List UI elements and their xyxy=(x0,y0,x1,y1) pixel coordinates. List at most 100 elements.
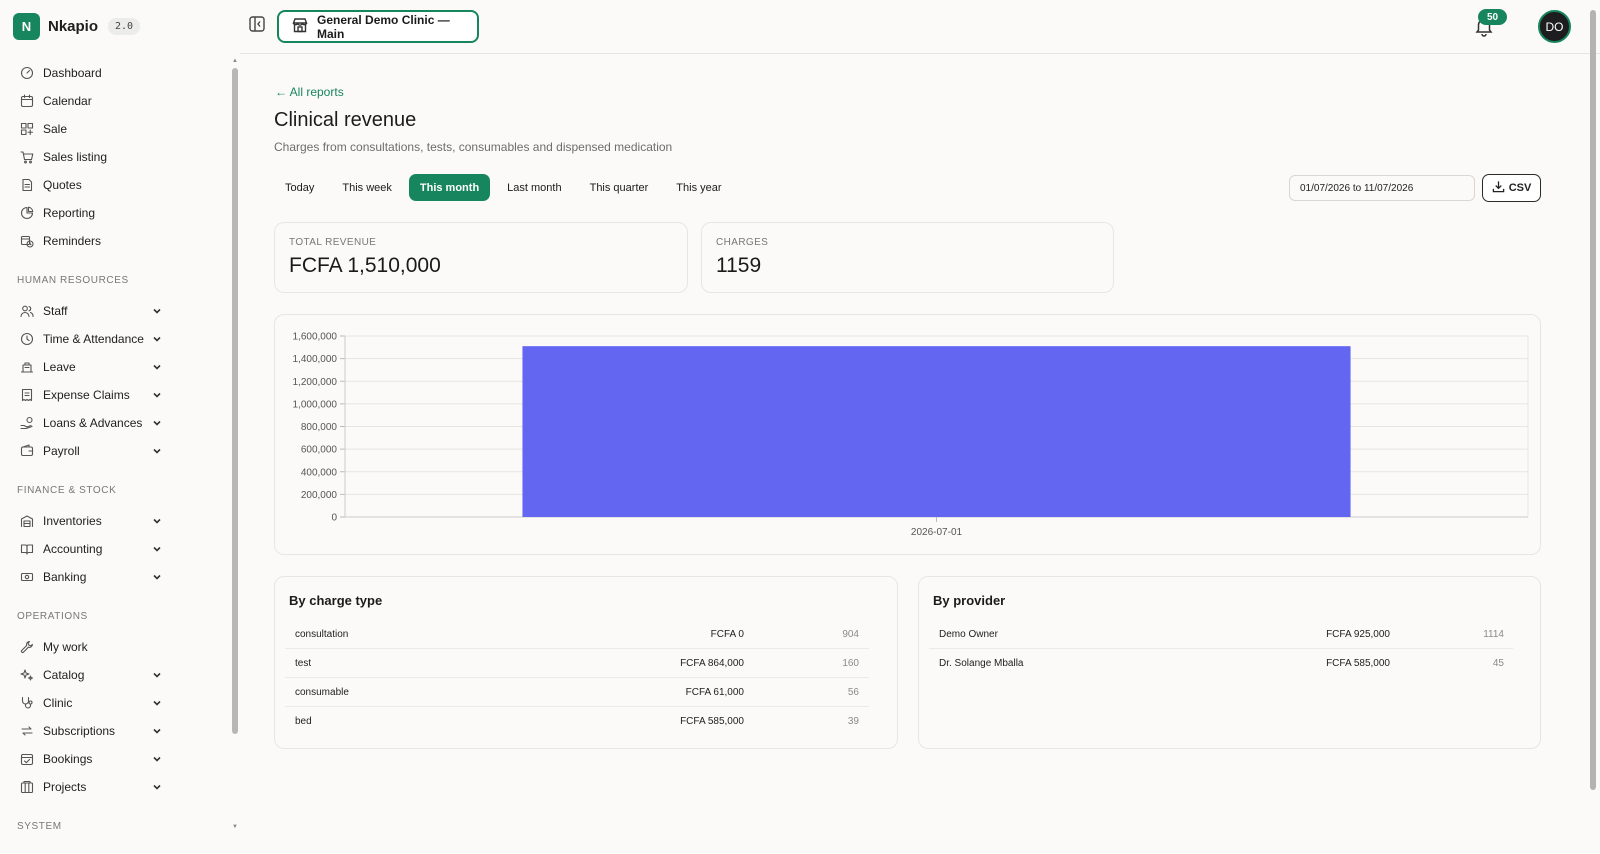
all-reports-link[interactable]: ← All reports xyxy=(275,85,344,99)
table-row: Dr. Solange Mballa FCFA 585,000 45 xyxy=(929,649,1513,678)
row-count: 160 xyxy=(842,657,859,669)
download-icon xyxy=(1492,180,1505,196)
sidebar-item-label: Staff xyxy=(43,304,68,318)
period-this-year-button[interactable]: This year xyxy=(665,174,732,201)
sidebar-item-banking[interactable]: Banking xyxy=(0,563,232,591)
sidebar-item-clinic[interactable]: Clinic xyxy=(0,689,232,717)
scroll-down-arrow[interactable]: ▼ xyxy=(231,824,239,832)
plane-icon xyxy=(19,360,34,375)
date-range-input[interactable]: 01/07/2026 to 11/07/2026 xyxy=(1289,175,1475,201)
sidebar-item-staff[interactable]: Staff xyxy=(0,297,232,325)
sidebar-item-time-attendance[interactable]: Time & Attendance xyxy=(0,325,232,353)
row-amount: FCFA 585,000 xyxy=(680,716,744,727)
calendar-clock-icon xyxy=(19,234,34,249)
sidebar-item-sale[interactable]: Sale xyxy=(0,115,232,143)
sidebar-item-my-work[interactable]: My work xyxy=(0,633,232,661)
sidebar-item-inventories[interactable]: Inventories xyxy=(0,507,232,535)
sidebar-item-bookings[interactable]: Bookings xyxy=(0,745,232,773)
card-title: By provider xyxy=(933,593,1006,608)
sidebar-item-reporting[interactable]: Reporting xyxy=(0,199,232,227)
sidebar-item-sales-listing[interactable]: Sales listing xyxy=(0,143,232,171)
sidebar-item-expense-claims[interactable]: Expense Claims xyxy=(0,381,232,409)
sidebar-item-label: Expense Claims xyxy=(43,388,130,402)
topbar: General Demo Clinic — Main 50 DO xyxy=(240,0,1600,54)
total-revenue-card: TOTAL REVENUE FCFA 1,510,000 xyxy=(274,222,688,293)
sidebar-item-projects[interactable]: Projects xyxy=(0,773,232,801)
brand-name: Nkapio xyxy=(48,18,99,35)
chevron-down-icon[interactable] xyxy=(151,725,163,737)
table-row: test FCFA 864,000 160 xyxy=(285,649,869,678)
sidebar-scrollbar-thumb[interactable] xyxy=(232,68,238,734)
gauge-icon xyxy=(19,66,34,81)
period-this-quarter-button[interactable]: This quarter xyxy=(579,174,660,201)
period-this-week-button[interactable]: This week xyxy=(331,174,403,201)
store-icon xyxy=(291,16,309,37)
grid-plus-icon xyxy=(19,122,34,137)
main-scrollbar-thumb[interactable] xyxy=(1590,10,1596,790)
row-name: consumable xyxy=(295,686,349,698)
period-filter: Today This week This month Last month This q… xyxy=(274,174,739,201)
by-charge-type-card: By charge type consultation FCFA 0 904 test… xyxy=(274,576,898,749)
sidebar-item-quotes[interactable]: Quotes xyxy=(0,171,232,199)
card-title: By charge type xyxy=(289,593,383,608)
stat-value: 1159 xyxy=(716,254,762,277)
version-badge: 2.0 xyxy=(108,18,141,35)
sidebar-item-leave[interactable]: Leave xyxy=(0,353,232,381)
chevron-down-icon[interactable] xyxy=(151,305,163,317)
chevron-down-icon[interactable] xyxy=(151,669,163,681)
chevron-down-icon[interactable] xyxy=(151,389,163,401)
sidebar-item-label: Sales listing xyxy=(43,150,108,164)
sidebar-item-label: Reminders xyxy=(43,234,102,248)
sidebar-item-loans-advances[interactable]: Loans & Advances xyxy=(0,409,232,437)
clinic-selector[interactable]: General Demo Clinic — Main xyxy=(277,10,479,43)
sidebar-item-label: Catalog xyxy=(43,668,85,682)
sidebar-item-label: Subscriptions xyxy=(43,724,116,738)
chevron-down-icon[interactable] xyxy=(151,543,163,555)
row-count: 39 xyxy=(847,716,859,727)
sidebar-item-calendar[interactable]: Calendar xyxy=(0,87,232,115)
scroll-up-arrow[interactable]: ▲ xyxy=(231,58,239,66)
chevron-down-icon[interactable] xyxy=(151,753,163,765)
sidebar-section-heading: FINANCE & STOCK xyxy=(17,485,117,496)
sidebar-item-label: Time & Attendance xyxy=(43,332,144,346)
avatar[interactable]: DO xyxy=(1538,10,1571,43)
period-this-month-button[interactable]: This month xyxy=(408,174,491,201)
row-name: Dr. Solange Mballa xyxy=(939,658,1024,669)
sidebar-item-label: Inventories xyxy=(43,514,102,528)
revenue-chart-card: 0 200,000 400,000 600,000 800,000 1,000,000 1,… xyxy=(274,314,1541,555)
pie-chart-icon xyxy=(19,206,34,221)
chevron-down-icon[interactable] xyxy=(151,445,163,457)
brand-logo: N xyxy=(13,13,40,40)
chevron-down-icon[interactable] xyxy=(151,333,163,345)
chevron-down-icon[interactable] xyxy=(151,417,163,429)
sidebar-item-reminders[interactable]: Reminders xyxy=(0,227,232,255)
hand-coins-icon xyxy=(19,416,34,431)
period-today-button[interactable]: Today xyxy=(274,174,325,201)
cart-icon xyxy=(19,150,34,165)
chevron-down-icon[interactable] xyxy=(151,571,163,583)
banknote-icon xyxy=(19,570,34,585)
sidebar-toggle-icon[interactable] xyxy=(248,15,266,33)
brand[interactable]: N Nkapio 2.0 xyxy=(13,13,141,40)
sidebar-item-payroll[interactable]: Payroll xyxy=(0,437,232,465)
csv-export-button[interactable]: CSV xyxy=(1482,174,1541,202)
sidebar-item-label: Reporting xyxy=(43,206,96,220)
clinic-selector-label: General Demo Clinic — Main xyxy=(317,12,450,41)
sidebar-item-accounting[interactable]: Accounting xyxy=(0,535,232,563)
table-row: bed FCFA 585,000 39 xyxy=(285,707,869,736)
sidebar-scrollbar[interactable]: ▲ ▼ xyxy=(231,58,239,854)
chevron-down-icon[interactable] xyxy=(151,781,163,793)
page-title: Clinical revenue xyxy=(274,109,417,131)
sidebar-item-catalog[interactable]: Catalog xyxy=(0,661,232,689)
sidebar-item-dashboard[interactable]: Dashboard xyxy=(0,59,232,87)
main-scrollbar[interactable] xyxy=(1589,0,1598,854)
chevron-down-icon[interactable] xyxy=(151,697,163,709)
chevron-down-icon[interactable] xyxy=(151,515,163,527)
x-tick-label: 2026-07-01 xyxy=(911,527,963,538)
sidebar-item-label: Accounting xyxy=(43,542,103,556)
y-tick-label: 200,000 xyxy=(301,490,338,501)
page-subtitle: Charges from consultations, tests, consu… xyxy=(274,140,673,154)
sidebar-item-subscriptions[interactable]: Subscriptions xyxy=(0,717,232,745)
chevron-down-icon[interactable] xyxy=(151,361,163,373)
period-last-month-button[interactable]: Last month xyxy=(496,174,572,201)
